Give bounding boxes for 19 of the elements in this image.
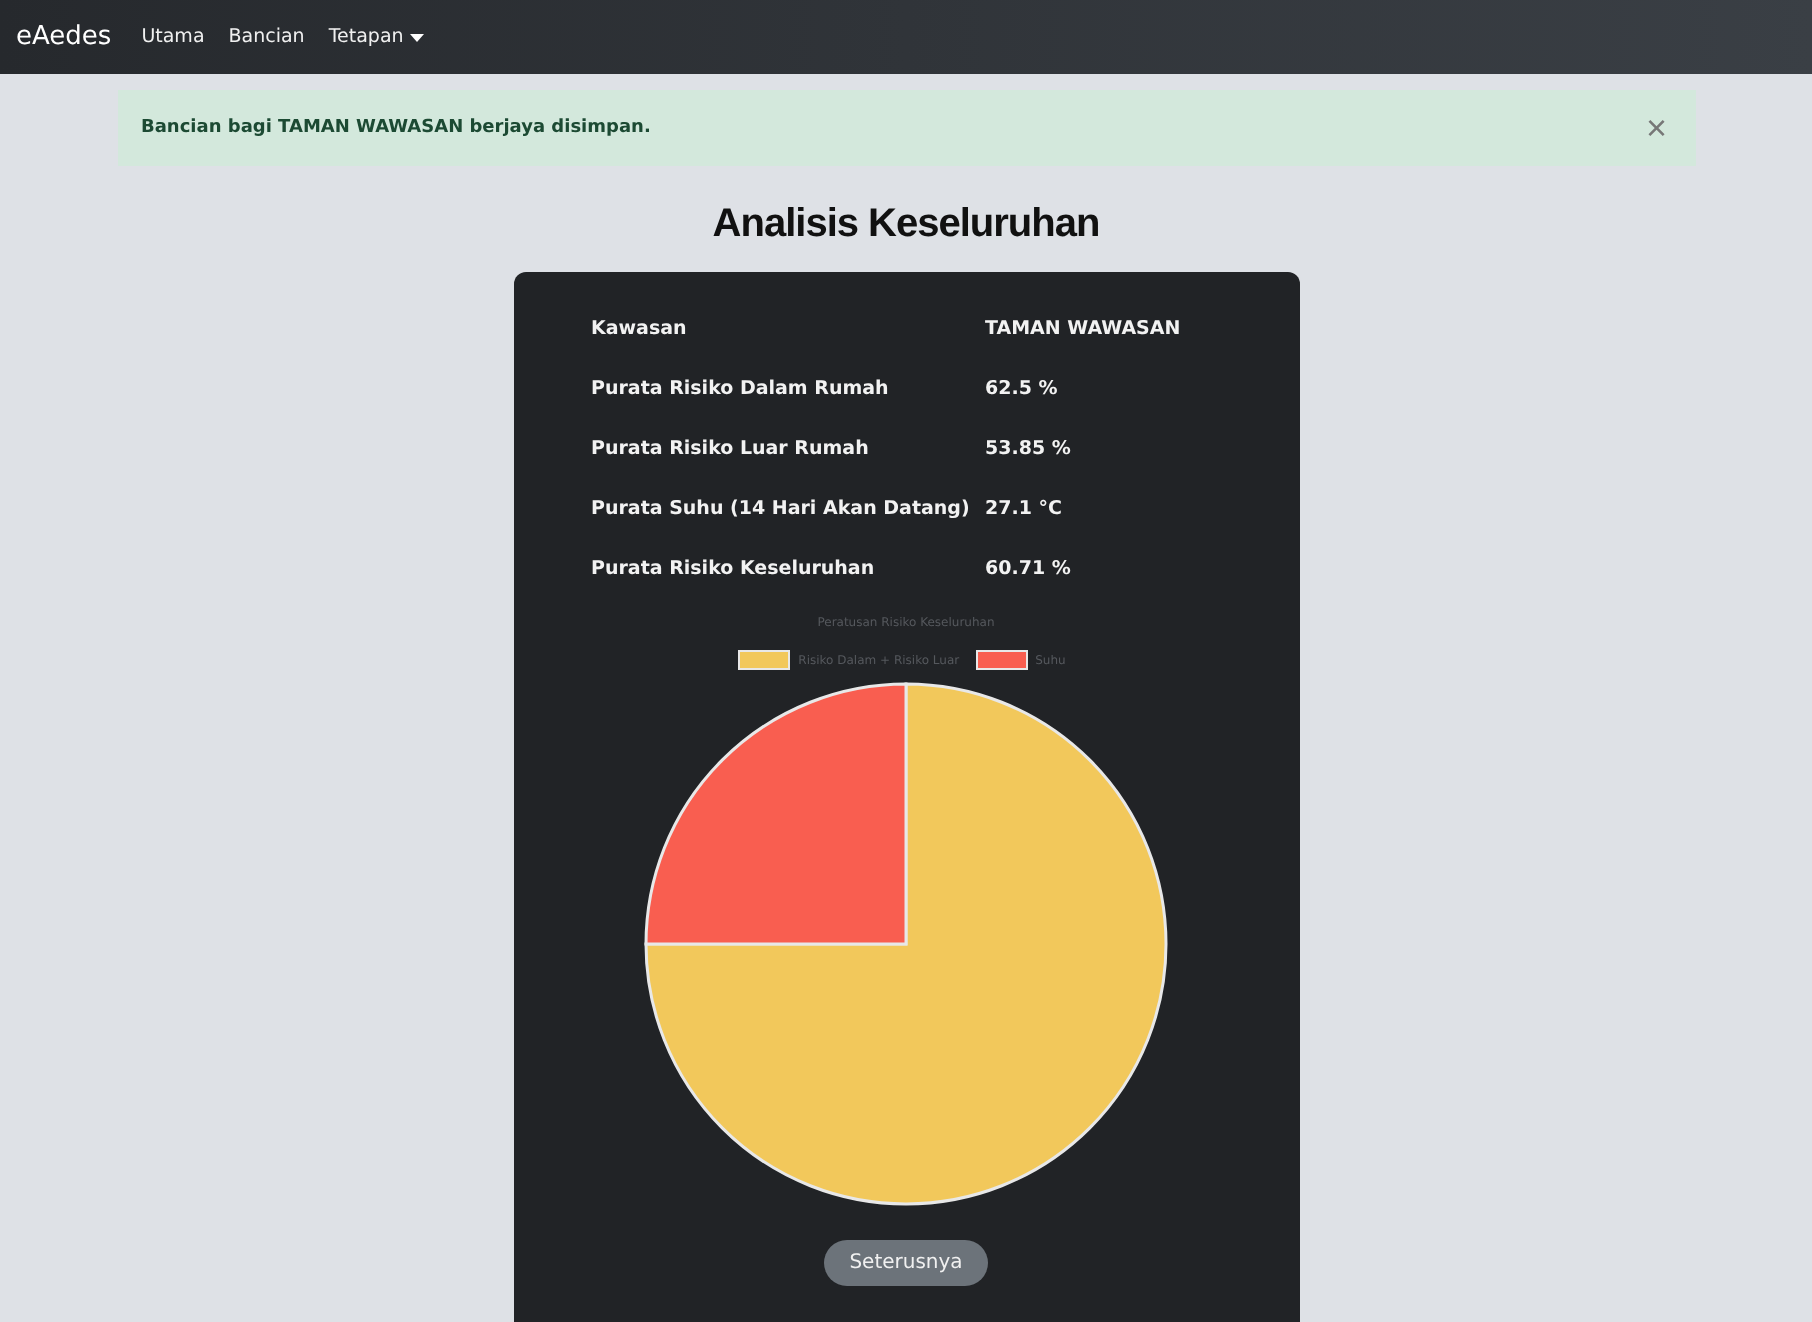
summary-value: 53.85 %: [985, 437, 1071, 459]
summary-label: Purata Risiko Dalam Rumah: [591, 377, 891, 399]
summary-label: Purata Suhu (14 Hari Akan Datang): [591, 497, 972, 519]
summary-label: Kawasan: [591, 317, 689, 339]
next-button[interactable]: Seterusnya: [823, 1240, 989, 1286]
nav-link[interactable]: Bancian: [228, 26, 305, 48]
summary-value: 60.71 %: [985, 557, 1071, 579]
brand-link[interactable]: eAedes: [16, 22, 112, 52]
summary-value: 62.5 %: [985, 377, 1058, 399]
nav-link[interactable]: Utama: [141, 26, 205, 48]
summary-value: 27.1 °C: [985, 497, 1062, 519]
summary-value: TAMAN WAWASAN: [985, 317, 1181, 339]
summary-label: Purata Risiko Keseluruhan: [591, 557, 877, 579]
legend-swatch: [738, 650, 791, 670]
alert-message: Bancian bagi TAMAN WAWASAN berjaya disimpan.: [141, 118, 651, 138]
nav-link[interactable]: Tetapan: [328, 26, 424, 48]
summary-label: Purata Risiko Luar Rumah: [591, 437, 871, 459]
page-title: Analisis Keseluruhan: [712, 202, 1100, 248]
legend-swatch: [975, 650, 1028, 670]
